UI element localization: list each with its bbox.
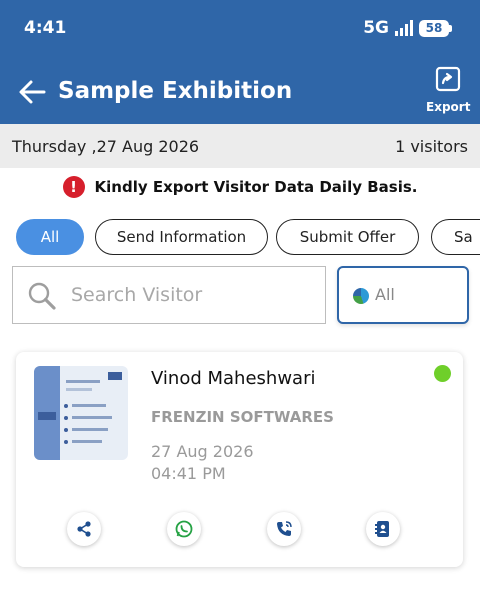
status-time: 4:41: [24, 18, 67, 38]
call-button[interactable]: [267, 512, 301, 546]
status-filter-dropdown[interactable]: All: [337, 266, 469, 324]
chip-all[interactable]: All: [16, 219, 84, 255]
whatsapp-button[interactable]: [167, 512, 201, 546]
visitor-count: 1 visitors: [395, 137, 468, 156]
whatsapp-icon: [175, 520, 193, 538]
phone-call-icon: [277, 521, 292, 536]
status-dot: [434, 365, 451, 382]
battery-icon: 58: [419, 19, 452, 37]
pie-chart-icon: [353, 288, 369, 304]
search-input[interactable]: [71, 277, 311, 313]
visiting-card-thumbnail[interactable]: [34, 366, 128, 460]
network-type: 5G: [363, 18, 389, 38]
visitor-card[interactable]: Vinod Maheshwari FRENZIN SOFTWARES 27 Au…: [16, 352, 463, 567]
contacts-button[interactable]: [366, 512, 400, 546]
notice-text: Kindly Export Visitor Data Daily Basis.: [94, 178, 418, 196]
chip-submit-offer[interactable]: Submit Offer: [276, 219, 419, 255]
visitor-date: 27 Aug 2026: [151, 442, 254, 461]
export-notice: ! Kindly Export Visitor Data Daily Basis…: [0, 174, 480, 200]
signal-icon: [395, 20, 413, 36]
share-button[interactable]: [67, 512, 101, 546]
alert-icon: !: [62, 176, 85, 198]
visitor-time: 04:41 PM: [151, 464, 226, 483]
back-arrow-icon[interactable]: [16, 76, 48, 108]
summary-strip: Thursday ,27 Aug 2026 1 visitors: [0, 124, 480, 168]
status-indicators: 5G 58: [363, 18, 452, 38]
battery-level: 58: [419, 19, 449, 37]
chip-send-information[interactable]: Send Information: [95, 219, 268, 255]
visitor-company: FRENZIN SOFTWARES: [151, 408, 334, 426]
page-title: Sample Exhibition: [58, 78, 293, 104]
export-button[interactable]: Export: [426, 66, 470, 116]
status-filter-label: All: [375, 285, 395, 304]
contact-book-icon: [375, 521, 389, 537]
visitor-name: Vinod Maheshwari: [151, 368, 316, 389]
share-icon: [77, 521, 91, 537]
search-icon: [28, 282, 56, 310]
current-date: Thursday ,27 Aug 2026: [12, 137, 200, 156]
search-box[interactable]: [12, 266, 326, 324]
chip-partial[interactable]: Sa: [431, 219, 480, 255]
export-label: Export: [426, 100, 471, 114]
status-bar: 4:41 5G 58: [0, 0, 480, 58]
filter-chips: All Send Information Submit Offer Sa: [16, 219, 480, 255]
app-bar: Sample Exhibition Export: [0, 58, 480, 124]
export-icon: [435, 66, 461, 92]
